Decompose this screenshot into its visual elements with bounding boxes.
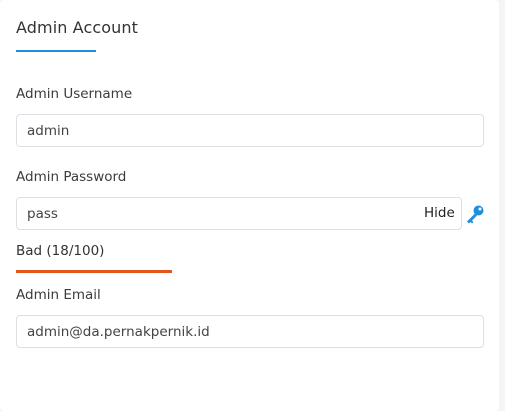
admin-account-card: Admin Account Admin Username Admin Passw… bbox=[0, 0, 499, 411]
password-label: Admin Password bbox=[16, 169, 127, 185]
email-input[interactable] bbox=[16, 315, 484, 348]
password-strength-text: Bad (18/100) bbox=[16, 243, 105, 259]
section-title-underline bbox=[16, 50, 96, 52]
password-input[interactable] bbox=[16, 197, 462, 230]
hide-password-toggle[interactable]: Hide bbox=[424, 205, 455, 222]
email-label: Admin Email bbox=[16, 287, 101, 303]
section-title: Admin Account bbox=[16, 18, 138, 37]
key-icon[interactable] bbox=[464, 204, 486, 224]
username-label: Admin Username bbox=[16, 86, 133, 102]
username-input[interactable] bbox=[16, 114, 484, 147]
password-strength-bar bbox=[16, 270, 172, 273]
